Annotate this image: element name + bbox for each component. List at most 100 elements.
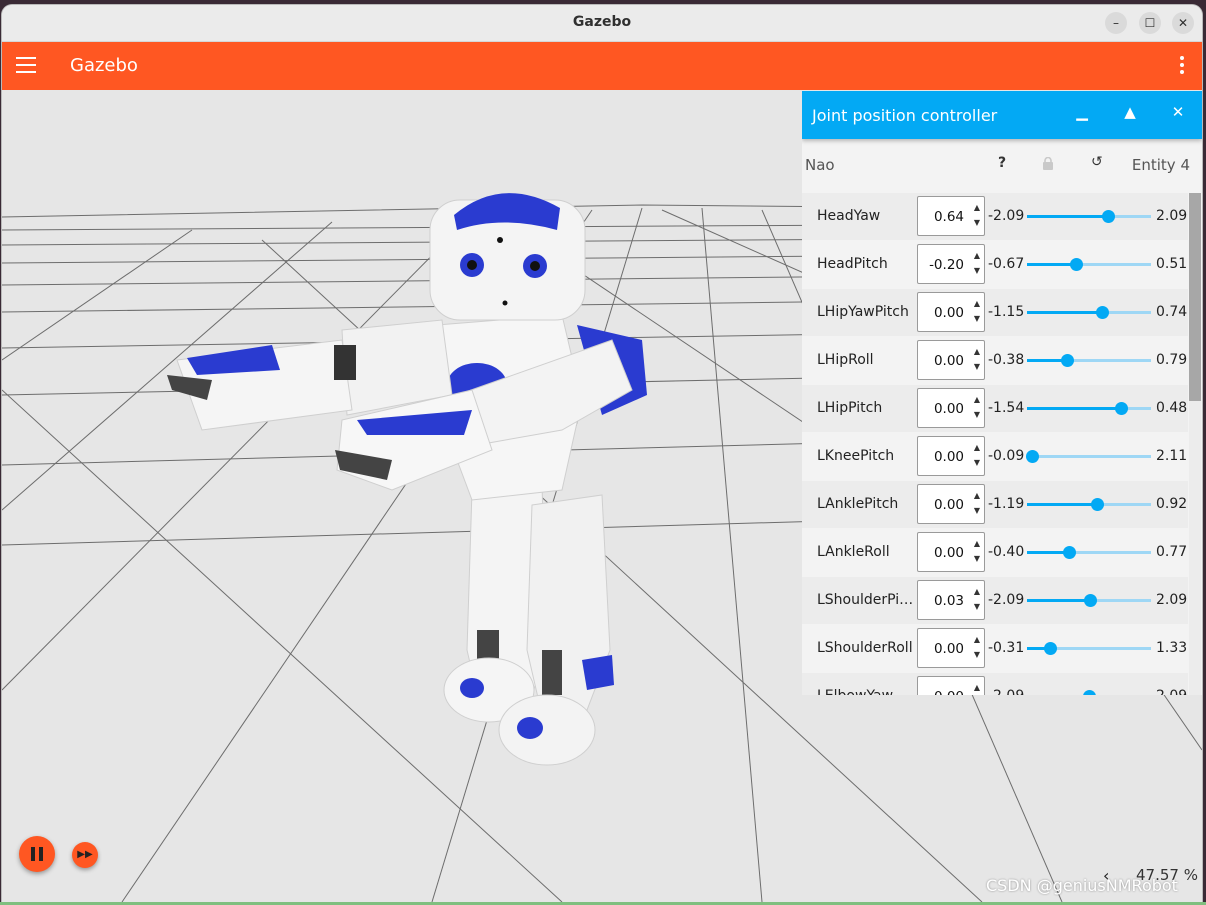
joint-slider[interactable]	[1027, 546, 1151, 559]
panel-collapse-icon[interactable]: ▲	[1118, 103, 1142, 121]
joint-slider[interactable]	[1027, 594, 1151, 607]
minimize-icon[interactable]: –	[1105, 12, 1127, 34]
joint-slider[interactable]	[1027, 642, 1151, 655]
slider-handle[interactable]	[1061, 354, 1075, 367]
increment-arrow-icon[interactable]: ▲	[974, 299, 980, 308]
hamburger-menu-icon[interactable]	[16, 57, 36, 75]
decrement-arrow-icon[interactable]: ▼	[974, 650, 980, 659]
joint-slider[interactable]	[1027, 402, 1151, 415]
increment-arrow-icon[interactable]: ▲	[974, 347, 980, 356]
joint-value-spinbox[interactable]: 0.03 ▲ ▼	[917, 580, 985, 620]
maximize-icon[interactable]: ☐	[1139, 12, 1161, 34]
step-forward-button[interactable]: ▶▶	[72, 842, 98, 868]
joint-value-spinbox[interactable]: 0.00▲▼	[917, 628, 985, 668]
joint-name: LHipPitch	[817, 400, 883, 416]
joint-min: -1.19	[988, 496, 1025, 512]
increment-arrow-icon[interactable]: ▲	[974, 251, 980, 260]
decrement-arrow-icon[interactable]: ▼	[974, 410, 980, 419]
increment-arrow-icon[interactable]: ▲	[974, 491, 980, 500]
joint-slider[interactable]	[1027, 258, 1151, 271]
joint-min: -1.15	[988, 304, 1025, 320]
decrement-arrow-icon[interactable]: ▼	[974, 362, 980, 371]
joint-row: HeadPitch -0.20 ▲ ▼ -0.67 0.51	[802, 241, 1188, 288]
joint-value: -0.20	[929, 257, 964, 273]
increment-arrow-icon[interactable]: ▲	[974, 635, 980, 644]
model-name: Nao	[805, 156, 835, 174]
joint-name: HeadPitch	[817, 256, 888, 272]
decrement-arrow-icon[interactable]: ▼	[974, 266, 980, 275]
entity-label: Entity 4	[1131, 156, 1190, 174]
joint-value-spinbox[interactable]: 0.00▲▼	[917, 292, 985, 332]
model-row: Nao ? ↺ Entity 4	[802, 139, 1202, 187]
pause-button[interactable]	[19, 836, 55, 872]
slider-handle[interactable]	[1115, 402, 1129, 415]
joint-name: LHipRoll	[817, 352, 874, 368]
slider-handle[interactable]	[1044, 642, 1058, 655]
joint-row: LShoulderRoll 0.00 ▲ ▼ -0.31 1.33	[802, 625, 1188, 672]
increment-arrow-icon[interactable]: ▲	[974, 587, 980, 596]
close-icon[interactable]: ✕	[1172, 12, 1194, 34]
joint-slider[interactable]	[1027, 306, 1151, 319]
window-titlebar[interactable]: Gazebo – ☐ ✕	[2, 5, 1202, 42]
watermark: CSDN @geniusNMRobot	[986, 876, 1178, 895]
scrollbar-thumb[interactable]	[1189, 193, 1201, 401]
panel-header[interactable]: Joint position controller ▁ ▲ ✕	[802, 91, 1202, 139]
help-button[interactable]: ?	[998, 155, 1006, 171]
increment-arrow-icon[interactable]: ▲	[974, 395, 980, 404]
slider-handle[interactable]	[1063, 546, 1077, 559]
decrement-arrow-icon[interactable]: ▼	[974, 218, 980, 227]
increment-arrow-icon[interactable]: ▲	[974, 443, 980, 452]
joint-value-spinbox[interactable]: 0.00 ▲ ▼	[917, 388, 985, 428]
joint-value-spinbox[interactable]: 0.00▲▼	[917, 484, 985, 524]
slider-handle[interactable]	[1096, 306, 1110, 319]
decrement-arrow-icon[interactable]: ▼	[974, 314, 980, 323]
decrement-arrow-icon[interactable]: ▼	[974, 554, 980, 563]
joint-row: LAnklePitch 0.00 ▲ ▼ -1.19 0.92	[802, 481, 1188, 528]
joint-value-spinbox[interactable]: 0.00▲▼	[917, 676, 985, 695]
decrement-arrow-icon[interactable]: ▼	[974, 602, 980, 611]
slider-handle[interactable]	[1090, 498, 1104, 511]
joint-name: LShoulderPi…	[817, 592, 914, 608]
slider-fill	[1027, 599, 1090, 602]
decrement-arrow-icon[interactable]: ▼	[974, 458, 980, 467]
joint-max: 2.09	[1156, 208, 1188, 224]
slider-handle[interactable]	[1026, 450, 1040, 463]
slider-fill	[1027, 503, 1097, 506]
joint-value-spinbox[interactable]: 0.00▲▼	[917, 532, 985, 572]
joint-row: LElbowYaw0.00▲▼-2.092.09	[802, 673, 1188, 695]
slider-handle[interactable]	[1083, 594, 1097, 607]
lock-icon[interactable]	[1042, 157, 1054, 170]
joint-name: LHipYawPitch	[817, 304, 909, 320]
joint-slider[interactable]	[1026, 450, 1151, 463]
reset-icon[interactable]: ↺	[1091, 154, 1103, 170]
joint-min: -0.40	[988, 544, 1025, 560]
slider-fill	[1027, 407, 1122, 410]
joint-slider[interactable]	[1027, 210, 1151, 223]
joint-min: -2.09	[988, 592, 1025, 608]
joint-name: LElbowYaw	[817, 688, 915, 695]
panel-minimize-icon[interactable]: ▁	[1070, 103, 1094, 121]
joint-max: 0.48	[1156, 400, 1188, 416]
joint-value: 0.00	[933, 449, 964, 465]
increment-arrow-icon[interactable]: ▲	[974, 203, 980, 212]
joint-value-spinbox[interactable]: 0.00 ▲ ▼	[917, 436, 985, 476]
fast-forward-icon: ▶▶	[77, 849, 93, 860]
joint-value-spinbox[interactable]: 0.64 ▲ ▼	[917, 196, 985, 236]
joint-slider[interactable]	[1027, 354, 1151, 367]
vertical-dots-icon[interactable]	[1180, 56, 1184, 77]
joint-slider[interactable]	[1027, 498, 1151, 511]
joint-value: 0.00	[934, 689, 964, 695]
joint-value-spinbox[interactable]: 0.00 ▲ ▼	[917, 340, 985, 380]
increment-arrow-icon[interactable]: ▲	[974, 683, 980, 692]
slider-handle[interactable]	[1101, 210, 1115, 223]
panel-close-icon[interactable]: ✕	[1166, 103, 1190, 121]
joint-value: 0.00	[933, 353, 964, 369]
joint-value-spinbox[interactable]: -0.20 ▲ ▼	[917, 244, 985, 284]
slider-handle[interactable]	[1070, 258, 1084, 271]
joint-value: 0.00	[933, 401, 964, 417]
joint-list-scrollbar[interactable]	[1189, 193, 1201, 695]
decrement-arrow-icon[interactable]: ▼	[974, 506, 980, 515]
slider-handle[interactable]	[1083, 690, 1096, 695]
increment-arrow-icon[interactable]: ▲	[974, 539, 980, 548]
joint-list: HeadYaw 0.64 ▲ ▼ -2.09 2.09 HeadPitch -0.20 ▲ ▼ -0…	[802, 193, 1188, 695]
